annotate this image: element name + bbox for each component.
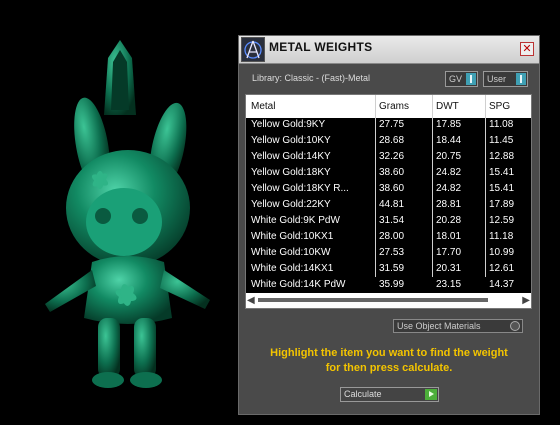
title-bar[interactable]: METAL WEIGHTS ✕: [239, 36, 539, 64]
column-header-dwt[interactable]: DWT: [436, 101, 459, 112]
table-cell: 12.88: [489, 151, 515, 162]
table-row[interactable]: White Gold:14KX1 31.59 20.31 12.61: [246, 262, 531, 278]
column-header-metal[interactable]: Metal: [251, 101, 275, 112]
scroll-right-icon[interactable]: ▶: [522, 295, 530, 306]
table-row[interactable]: White Gold:9K PdW 31.54 20.28 12.59: [246, 214, 531, 230]
instruction-text: Highlight the item you want to find the …: [239, 346, 539, 376]
table-cell: 44.81: [379, 199, 405, 210]
table-cell: 11.18: [489, 231, 514, 242]
use-object-materials-checkbox[interactable]: Use Object Materials: [393, 319, 523, 333]
table-cell: 15.41: [489, 183, 515, 194]
table-cell: 31.59: [379, 263, 405, 274]
close-icon[interactable]: ✕: [520, 42, 534, 56]
calculate-label: Calculate: [344, 389, 382, 399]
scroll-left-icon[interactable]: ◀: [247, 295, 255, 306]
3d-viewport[interactable]: [0, 0, 238, 425]
gv-toggle[interactable]: GV: [445, 71, 478, 87]
table-cell: 38.60: [379, 167, 405, 178]
table-row[interactable]: Yellow Gold:10KY 28.68 18.44 11.45: [246, 134, 531, 150]
table-cell: 15.41: [489, 167, 515, 178]
table-cell: 20.31: [436, 263, 462, 274]
table-header: Metal Grams DWT SPG: [246, 95, 531, 118]
table-cell: Yellow Gold:18KY R...: [251, 183, 349, 194]
toggle-knob-icon: [466, 73, 476, 85]
play-arrow-icon: [425, 389, 437, 400]
table-cell: 27.53: [379, 247, 405, 258]
gv-toggle-label: GV: [449, 74, 463, 84]
table-cell: 10.99: [489, 247, 515, 258]
table-row[interactable]: Yellow Gold:18KY R... 38.60 24.82 15.41: [246, 182, 531, 198]
column-divider: [375, 95, 376, 277]
checkbox-indicator-icon: [510, 321, 520, 331]
table-cell: Yellow Gold:9KY: [251, 119, 326, 130]
instruction-line-2: for then press calculate.: [325, 362, 453, 374]
table-cell: 24.82: [436, 167, 462, 178]
bunny-pendant-model: [45, 40, 210, 388]
table-cell: 17.89: [489, 199, 515, 210]
table-cell: White Gold:14K PdW: [251, 279, 346, 290]
column-divider: [485, 95, 486, 277]
table-cell: Yellow Gold:10KY: [251, 135, 331, 146]
table-cell: 20.28: [436, 215, 462, 226]
table-cell: 28.81: [436, 199, 462, 210]
jewelry-cad-logo-icon: [241, 37, 265, 62]
table-cell: 17.70: [436, 247, 462, 258]
column-header-spg[interactable]: SPG: [489, 101, 510, 112]
table-cell: 23.15: [436, 279, 462, 290]
table-cell: 24.82: [436, 183, 462, 194]
table-cell: 20.75: [436, 151, 462, 162]
table-cell: 28.00: [379, 231, 405, 242]
table-cell: 32.26: [379, 151, 405, 162]
table-row[interactable]: Yellow Gold:18KY 38.60 24.82 15.41: [246, 166, 531, 182]
column-header-grams[interactable]: Grams: [379, 101, 409, 112]
metal-weights-panel: METAL WEIGHTS ✕ Library: Classic - (Fast…: [238, 35, 540, 415]
table-cell: 12.61: [489, 263, 515, 274]
table-cell: 31.54: [379, 215, 405, 226]
table-cell: 11.45: [489, 135, 514, 146]
table-row[interactable]: White Gold:14K PdW 35.99 23.15 14.37: [246, 278, 531, 294]
table-row[interactable]: Yellow Gold:22KY 44.81 28.81 17.89: [246, 198, 531, 214]
table-cell: White Gold:14KX1: [251, 263, 334, 274]
table-cell: Yellow Gold:22KY: [251, 199, 331, 210]
instruction-line-1: Highlight the item you want to find the …: [270, 347, 508, 359]
table-cell: Yellow Gold:14KY: [251, 151, 331, 162]
table-cell: 38.60: [379, 183, 405, 194]
panel-title: METAL WEIGHTS: [269, 40, 373, 54]
table-cell: 12.59: [489, 215, 515, 226]
table-row[interactable]: Yellow Gold:14KY 32.26 20.75 12.88: [246, 150, 531, 166]
table-cell: 17.85: [436, 119, 462, 130]
column-divider: [432, 95, 433, 277]
table-cell: 18.01: [436, 231, 462, 242]
table-row[interactable]: White Gold:10KX1 28.00 18.01 11.18: [246, 230, 531, 246]
table-cell: White Gold:10KX1: [251, 231, 334, 242]
calculate-button[interactable]: Calculate: [340, 387, 439, 402]
table-cell: 11.08: [489, 119, 514, 130]
scrollbar-thumb[interactable]: [258, 298, 488, 302]
table-cell: 14.37: [489, 279, 515, 290]
toggle-knob-icon: [516, 73, 526, 85]
table-cell: 35.99: [379, 279, 405, 290]
table-row[interactable]: White Gold:10KW 27.53 17.70 10.99: [246, 246, 531, 262]
metal-weights-table[interactable]: Metal Grams DWT SPG Yellow Gold:9KY 27.75…: [245, 94, 532, 309]
user-toggle[interactable]: User: [483, 71, 528, 87]
table-cell: 27.75: [379, 119, 405, 130]
horizontal-scrollbar[interactable]: ◀ ▶: [246, 293, 531, 308]
use-object-materials-label: Use Object Materials: [397, 321, 481, 331]
table-cell: 28.68: [379, 135, 405, 146]
table-cell: White Gold:9K PdW: [251, 215, 340, 226]
table-row[interactable]: Yellow Gold:9KY 27.75 17.85 11.08: [246, 118, 531, 134]
table-cell: 18.44: [436, 135, 462, 146]
library-label: Library: Classic - (Fast)-Metal: [252, 73, 371, 83]
user-toggle-label: User: [487, 74, 507, 84]
table-cell: Yellow Gold:18KY: [251, 167, 331, 178]
table-cell: White Gold:10KW: [251, 247, 331, 258]
